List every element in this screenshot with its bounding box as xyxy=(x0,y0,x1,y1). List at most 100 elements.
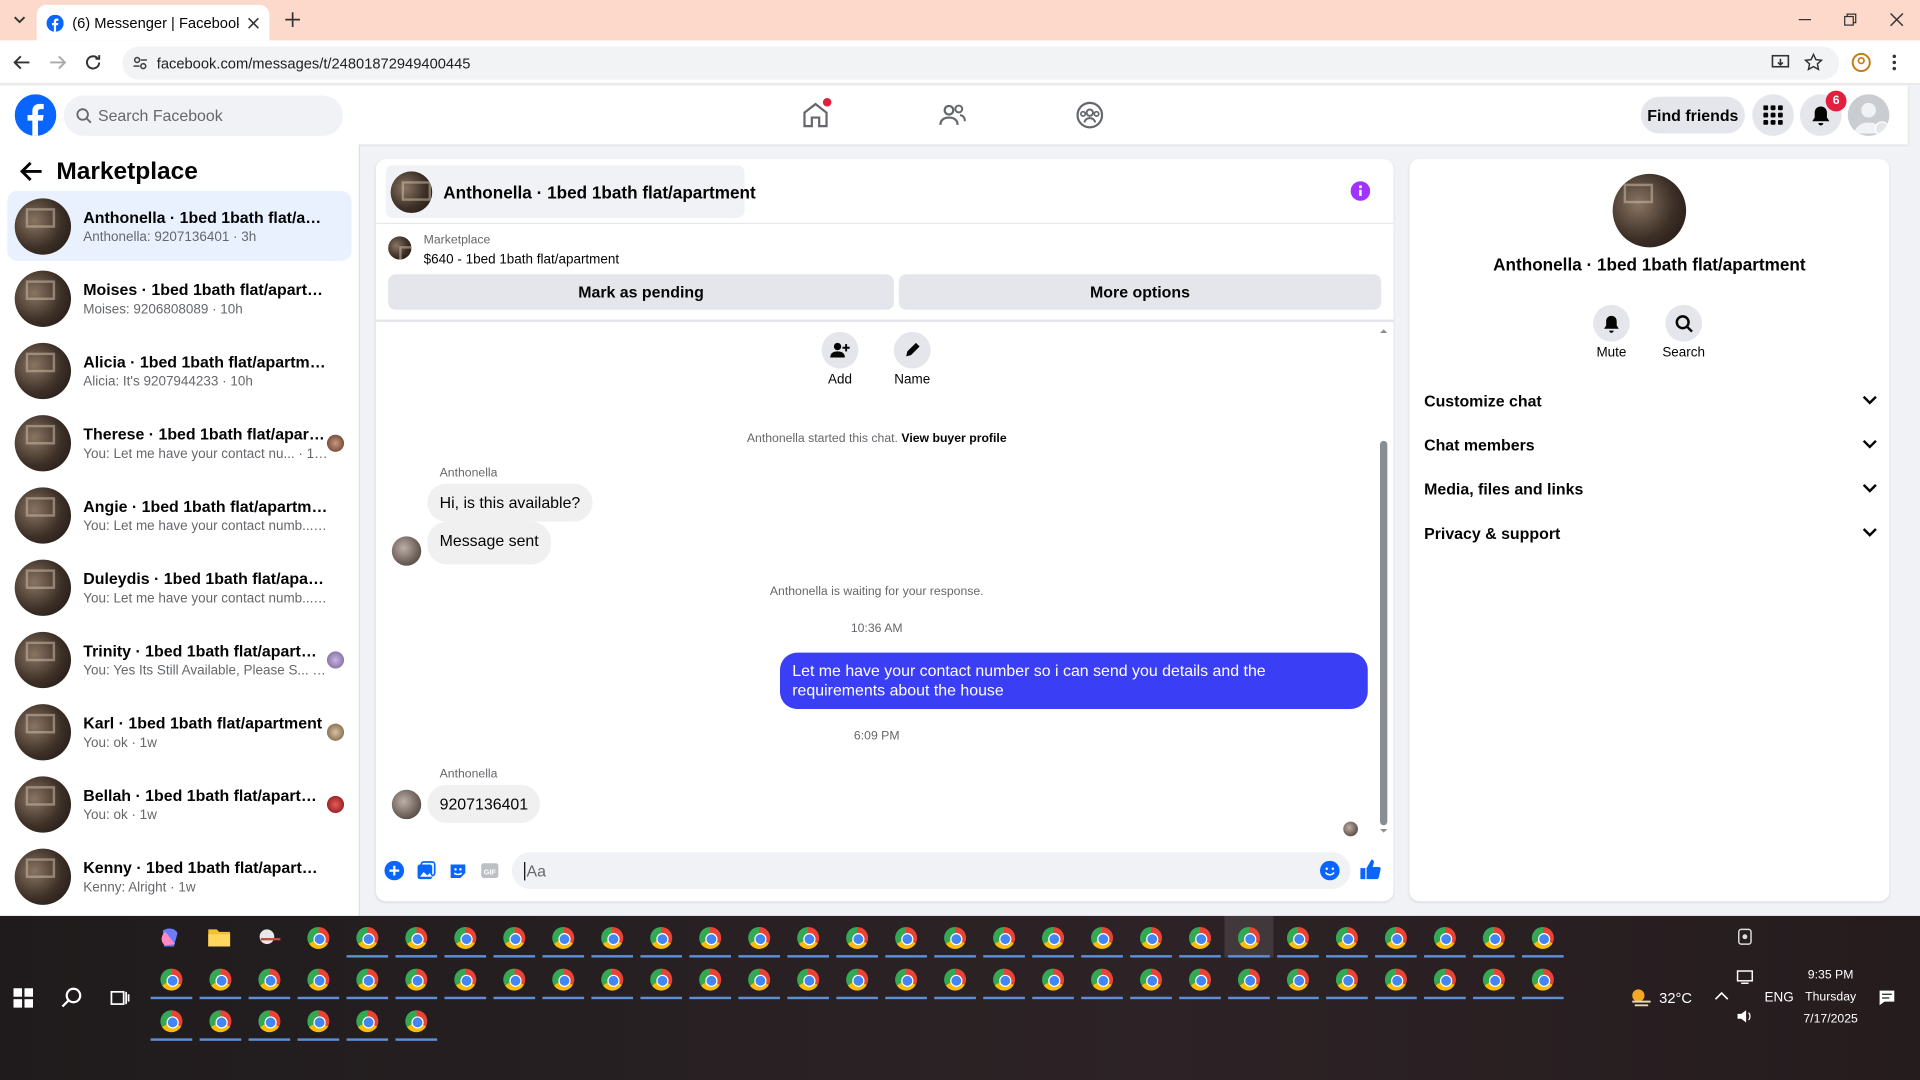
conversation-info-icon[interactable] xyxy=(1350,181,1371,201)
media-files-links-section[interactable]: Media, files and links xyxy=(1424,474,1877,503)
chrome-icon[interactable] xyxy=(1433,968,1456,991)
show-hidden-icons-chevron-icon[interactable] xyxy=(1714,991,1729,1001)
friends-icon[interactable] xyxy=(938,100,967,129)
add-people-button[interactable] xyxy=(821,331,859,369)
chrome-icon[interactable] xyxy=(503,926,526,949)
message-input[interactable]: Aa xyxy=(511,852,1351,889)
chrome-icon[interactable] xyxy=(846,926,869,949)
search-facebook-input[interactable]: Search Facebook xyxy=(63,95,343,136)
chrome-icon[interactable] xyxy=(1482,926,1505,949)
emoji-icon[interactable] xyxy=(1320,860,1340,881)
close-window-icon[interactable] xyxy=(1889,12,1904,27)
home-icon[interactable] xyxy=(801,97,832,129)
chrome-icon[interactable] xyxy=(1188,926,1212,949)
chrome-icon[interactable] xyxy=(1091,968,1114,991)
thread-item[interactable]: Karl · 1bed 1bath flat/apartment You: ok … xyxy=(7,697,351,767)
chrome-icon[interactable] xyxy=(1482,968,1505,991)
chrome-icon[interactable] xyxy=(405,926,428,949)
tray-app-icon[interactable] xyxy=(1738,928,1753,945)
new-tab-icon[interactable] xyxy=(284,11,301,28)
chrome-icon[interactable] xyxy=(699,968,722,991)
thread-item[interactable]: Moises · 1bed 1bath flat/apartment Moises… xyxy=(7,263,351,333)
thread-item[interactable]: Trinity · 1bed 1bath flat/apartment You: … xyxy=(7,624,351,694)
weather-icon[interactable] xyxy=(1629,987,1653,1007)
chrome-icon[interactable] xyxy=(1335,968,1358,991)
chrome-icon[interactable] xyxy=(405,968,428,991)
chrome-icon[interactable] xyxy=(356,968,379,991)
thread-item[interactable]: Angie · 1bed 1bath flat/apartment You: Le… xyxy=(7,480,351,550)
view-buyer-profile-link[interactable]: View buyer profile xyxy=(901,432,1006,445)
minimize-window-icon[interactable] xyxy=(1798,12,1813,27)
browser-tab[interactable]: (6) Messenger | Facebook xyxy=(36,4,270,41)
chrome-icon[interactable] xyxy=(944,926,967,949)
volume-icon[interactable] xyxy=(1736,1009,1753,1024)
thread-item[interactable]: Anthonella · 1bed 1bath flat/apart... Ant… xyxy=(7,191,352,261)
restore-window-icon[interactable] xyxy=(1843,12,1858,27)
browser-menu-icon[interactable] xyxy=(1891,53,1898,73)
chrome-icon[interactable] xyxy=(1188,968,1212,991)
temperature[interactable]: 32°C xyxy=(1659,989,1692,1006)
chrome-icon[interactable] xyxy=(307,1010,330,1033)
chrome-icon[interactable] xyxy=(1335,926,1358,949)
bookmark-star-icon[interactable] xyxy=(1803,52,1824,73)
chrome-icon[interactable] xyxy=(405,1010,428,1033)
chrome-icon[interactable] xyxy=(1286,926,1309,949)
more-actions-icon[interactable] xyxy=(384,860,405,881)
profile-icon[interactable] xyxy=(1851,52,1871,73)
chrome-icon[interactable] xyxy=(1384,926,1407,949)
file-explorer-icon[interactable] xyxy=(208,927,231,947)
chat-members-section[interactable]: Chat members xyxy=(1424,430,1877,459)
chrome-icon[interactable] xyxy=(846,968,869,991)
chrome-icon[interactable] xyxy=(650,968,673,991)
privacy-support-section[interactable]: Privacy & support xyxy=(1424,518,1877,547)
network-icon[interactable] xyxy=(1736,970,1753,985)
install-app-icon[interactable] xyxy=(1771,53,1791,73)
chrome-icon[interactable] xyxy=(1531,926,1554,949)
chrome-icon[interactable] xyxy=(454,926,477,949)
listing-text[interactable]: $640 - 1bed 1bath flat/apartment xyxy=(424,252,619,267)
page-scrollbar[interactable] xyxy=(1908,91,1920,911)
back-arrow-icon[interactable] xyxy=(12,53,32,73)
notifications-button[interactable]: 6 xyxy=(1800,90,1847,136)
chrome-icon[interactable] xyxy=(160,968,183,991)
back-arrow-icon[interactable] xyxy=(19,160,44,182)
chrome-icon[interactable] xyxy=(356,1010,379,1033)
chrome-icon[interactable] xyxy=(307,968,330,991)
notification-center-icon[interactable] xyxy=(1878,989,1895,1006)
chrome-icon[interactable] xyxy=(1531,968,1554,991)
thread-item[interactable]: Bellah · 1bed 1bath flat/apartment You: o… xyxy=(7,769,351,839)
thread-item[interactable]: Alicia · 1bed 1bath flat/apartment Alicia… xyxy=(7,336,351,406)
chrome-icon[interactable] xyxy=(650,926,673,949)
more-options-button[interactable]: More options xyxy=(898,274,1382,310)
chrome-icon[interactable] xyxy=(601,968,624,991)
chrome-icon[interactable] xyxy=(209,1010,232,1033)
groups-icon[interactable] xyxy=(1075,100,1104,129)
clock-date[interactable]: 7/17/2025 xyxy=(1788,1013,1874,1026)
copilot-icon[interactable] xyxy=(159,927,181,949)
chrome-icon[interactable] xyxy=(944,968,967,991)
attach-photo-icon[interactable] xyxy=(416,861,436,881)
customize-chat-section[interactable]: Customize chat xyxy=(1424,386,1877,415)
sticker-icon[interactable] xyxy=(448,861,468,881)
facebook-logo-icon[interactable] xyxy=(14,94,57,136)
chrome-icon[interactable] xyxy=(1384,968,1407,991)
incoming-message[interactable]: 9207136401 xyxy=(427,784,541,823)
like-thumb-icon[interactable] xyxy=(1359,858,1381,880)
forward-arrow-icon[interactable] xyxy=(48,53,68,73)
chrome-icon[interactable] xyxy=(209,968,232,991)
find-friends-button[interactable]: Find friends xyxy=(1640,96,1745,134)
chrome-icon[interactable] xyxy=(1286,968,1309,991)
clock-time[interactable]: 9:35 PM xyxy=(1788,969,1874,982)
contact-avatar[interactable] xyxy=(1612,173,1687,248)
site-info-icon[interactable] xyxy=(132,55,148,71)
thread-item[interactable]: Therese · 1bed 1bath flat/apartm... You: … xyxy=(7,408,351,478)
thread-item[interactable]: Duleydis · 1bed 1bath flat/apartment You:… xyxy=(7,552,351,622)
menu-grid-button[interactable] xyxy=(1752,94,1794,136)
chat-header-contact[interactable]: Anthonella · 1bed 1bath flat/apartment xyxy=(385,165,756,218)
mute-button[interactable] xyxy=(1593,304,1630,342)
address-bar[interactable]: facebook.com/messages/t/2480187294940044… xyxy=(122,46,1840,80)
chat-scrollbar[interactable] xyxy=(1378,326,1390,838)
gif-icon[interactable]: GIF xyxy=(480,861,500,881)
chrome-icon[interactable] xyxy=(1042,926,1065,949)
search-in-conversation-button[interactable] xyxy=(1665,304,1703,342)
